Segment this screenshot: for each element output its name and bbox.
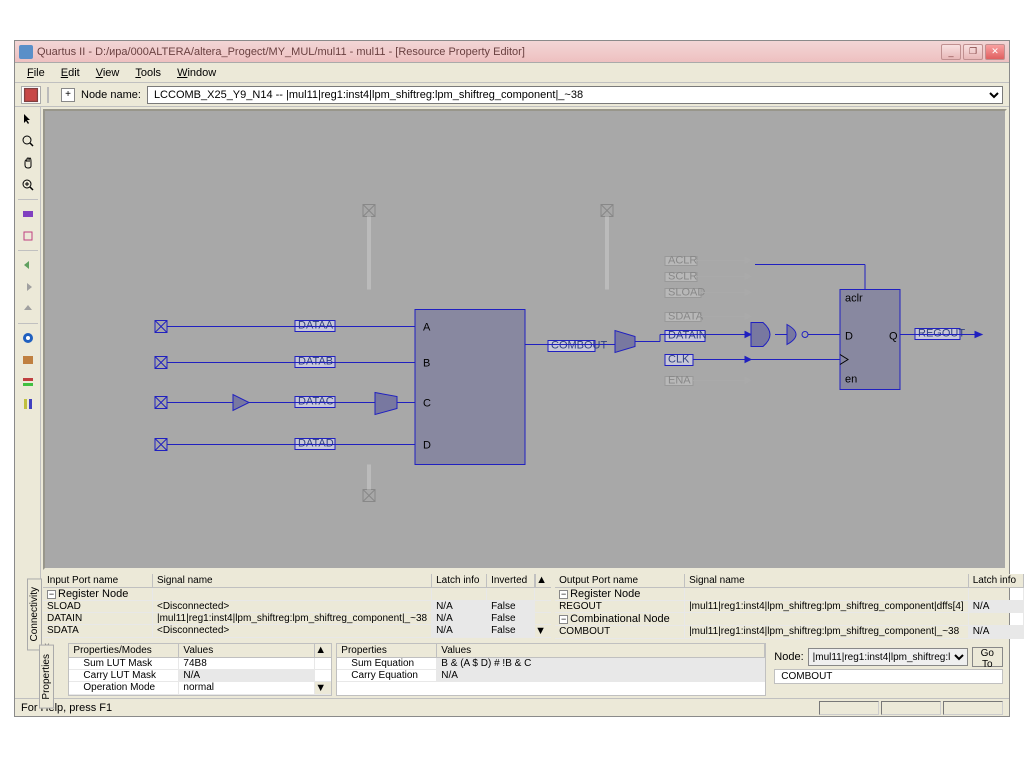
back-tool[interactable] bbox=[18, 255, 38, 275]
menu-tools[interactable]: Tools bbox=[127, 65, 169, 81]
svg-text:D: D bbox=[423, 440, 431, 452]
menu-file[interactable]: File bbox=[19, 65, 53, 81]
node-select[interactable]: |mul11|reg1:inst4|lpm_shiftreg:l bbox=[808, 648, 968, 666]
svg-text:Q: Q bbox=[889, 331, 898, 343]
tool-c[interactable] bbox=[18, 328, 38, 348]
svg-text:SLOAD: SLOAD bbox=[668, 287, 705, 299]
combout-display: COMBOUT bbox=[774, 669, 1003, 684]
window-title: Quartus II - D:/ира/000ALTERA/altera_Pro… bbox=[37, 46, 941, 58]
expand-button[interactable]: + bbox=[61, 88, 75, 102]
svg-text:C: C bbox=[423, 398, 431, 410]
svg-text:ENA: ENA bbox=[668, 375, 691, 387]
svg-text:DATAA: DATAA bbox=[298, 320, 334, 332]
svg-text:A: A bbox=[423, 322, 431, 334]
tool-a[interactable] bbox=[18, 204, 38, 224]
equations-table[interactable]: Properties Values Sum EquationB & (A $ D… bbox=[336, 643, 766, 696]
svg-text:D: D bbox=[845, 331, 853, 343]
properties-tab[interactable]: Properties bbox=[39, 645, 54, 709]
svg-text:SDATA: SDATA bbox=[668, 311, 704, 323]
input-ports-table[interactable]: Input Port name Signal name Latch info I… bbox=[43, 574, 551, 639]
output-ports-table[interactable]: Output Port name Signal name Latch info … bbox=[555, 574, 1024, 639]
status-help: For Help, press F1 bbox=[21, 702, 112, 714]
node-label: Node: bbox=[774, 651, 803, 663]
svg-text:ACLR: ACLR bbox=[668, 255, 697, 267]
close-button[interactable]: ✕ bbox=[985, 44, 1005, 60]
zoom-fit-tool[interactable] bbox=[18, 175, 38, 195]
up-tool[interactable] bbox=[18, 299, 38, 319]
svg-text:COMBOUT: COMBOUT bbox=[551, 340, 608, 352]
schematic-canvas[interactable]: A B C D aclr D Q en bbox=[43, 109, 1007, 570]
menu-edit[interactable]: Edit bbox=[53, 65, 88, 81]
titlebar: Quartus II - D:/ира/000ALTERA/altera_Pro… bbox=[15, 41, 1009, 63]
hand-tool[interactable] bbox=[18, 153, 38, 173]
connectivity-tab[interactable]: Connectivity bbox=[27, 578, 42, 650]
svg-text:B: B bbox=[423, 358, 430, 370]
svg-text:REGOUT: REGOUT bbox=[918, 328, 965, 340]
toolbar-icon[interactable] bbox=[21, 86, 41, 104]
svg-text:aclr: aclr bbox=[845, 293, 863, 305]
statusbar: For Help, press F1 bbox=[15, 698, 1009, 716]
tool-d[interactable] bbox=[18, 350, 38, 370]
maximize-button[interactable]: ❐ bbox=[963, 44, 983, 60]
node-name-label: Node name: bbox=[81, 89, 141, 101]
svg-text:DATAD: DATAD bbox=[298, 438, 334, 450]
menu-view[interactable]: View bbox=[88, 65, 128, 81]
menu-window[interactable]: Window bbox=[169, 65, 224, 81]
node-toolbar: + Node name: LCCOMB_X25_Y9_N14 -- |mul11… bbox=[15, 83, 1009, 107]
node-name-select[interactable]: LCCOMB_X25_Y9_N14 -- |mul11|reg1:inst4|l… bbox=[147, 86, 1003, 104]
tool-e[interactable] bbox=[18, 372, 38, 392]
zoom-tool[interactable] bbox=[18, 131, 38, 151]
svg-text:CLK: CLK bbox=[668, 354, 690, 366]
node-goto-panel: Node: |mul11|reg1:inst4|lpm_shiftreg:l G… bbox=[770, 643, 1007, 696]
menubar: File Edit View Tools Window bbox=[15, 63, 1009, 83]
divider bbox=[18, 199, 38, 200]
app-icon bbox=[19, 45, 33, 59]
pointer-tool[interactable] bbox=[18, 109, 38, 129]
divider bbox=[18, 250, 38, 251]
tool-b[interactable] bbox=[18, 226, 38, 246]
properties-modes-table[interactable]: Properties/Modes Values ▲ Sum LUT Mask74… bbox=[68, 643, 332, 696]
svg-text:DATAC: DATAC bbox=[298, 396, 334, 408]
separator bbox=[47, 87, 55, 103]
svg-text:DATAIN: DATAIN bbox=[668, 330, 707, 342]
tool-f[interactable] bbox=[18, 394, 38, 414]
minimize-button[interactable]: _ bbox=[941, 44, 961, 60]
svg-text:en: en bbox=[845, 374, 857, 386]
svg-text:SCLR: SCLR bbox=[668, 271, 697, 283]
forward-tool[interactable] bbox=[18, 277, 38, 297]
svg-text:DATAB: DATAB bbox=[298, 356, 333, 368]
divider bbox=[18, 323, 38, 324]
goto-button[interactable]: Go To bbox=[972, 647, 1003, 667]
